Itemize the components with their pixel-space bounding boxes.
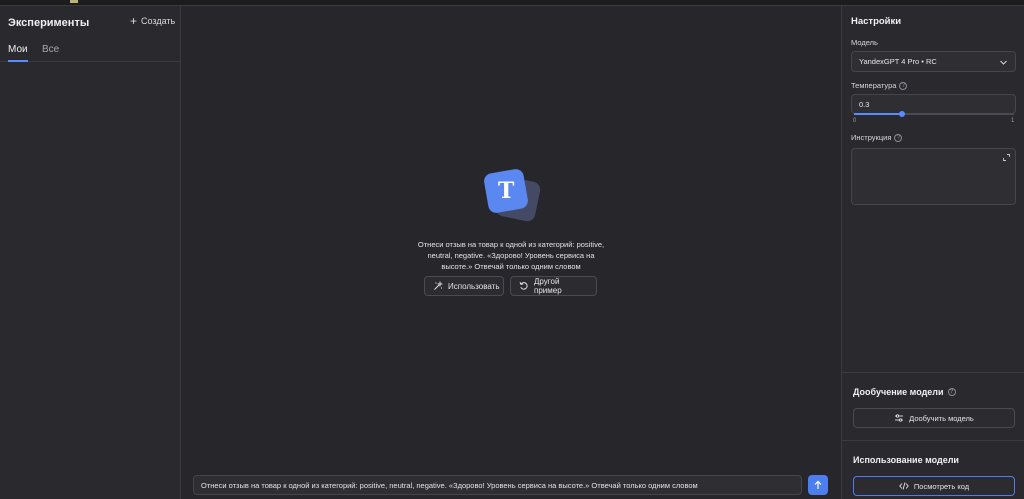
model-label-text: Модель (851, 38, 878, 47)
sliders-icon (895, 414, 904, 422)
experiments-tabs: Мои Все (0, 44, 180, 62)
model-label: Модель (851, 38, 878, 47)
model-select-value: YandexGPT 4 Pro • RC (859, 57, 937, 66)
finetune-button[interactable]: Дообучить модель (853, 408, 1015, 428)
experiments-panel: Эксперименты + Создать Мои Все (0, 6, 181, 499)
text-model-logo: T (482, 167, 544, 225)
another-example-label: Другой пример (534, 277, 562, 295)
finetune-title: Дообучение модели ? (853, 387, 956, 397)
usage-title: Использование модели (853, 455, 959, 465)
temperature-label-text: Температура (851, 81, 897, 90)
instruction-textarea[interactable] (851, 148, 1016, 205)
create-label: Создать (141, 16, 176, 26)
logo-front-card: T (482, 167, 530, 215)
arrow-up-icon (814, 480, 822, 489)
settings-title: Настройки (851, 16, 902, 27)
usage-divider (842, 440, 1024, 441)
playground-main: T Отнеси отзыв на товар к одной из катег… (181, 6, 841, 499)
instruction-help-icon[interactable]: ? (894, 133, 903, 142)
temperature-label: Температура ? (851, 81, 908, 90)
create-experiment-button[interactable]: + Создать (130, 14, 176, 28)
use-example-label: Использовать (448, 281, 500, 291)
settings-panel: Настройки Модель YandexGPT 4 Pro • RC Те… (841, 6, 1024, 499)
logo-letter: T (497, 178, 515, 204)
expand-icon[interactable] (1002, 153, 1011, 162)
view-code-button[interactable]: Посмотреть код (853, 476, 1015, 496)
instruction-label-text: Инструкция (851, 133, 892, 142)
finetune-help-icon[interactable]: ? (947, 388, 956, 396)
tab-all[interactable]: Все (42, 44, 59, 55)
tab-my[interactable]: Мои (8, 44, 28, 55)
temperature-help-icon[interactable]: ? (899, 81, 908, 90)
finetune-title-text: Дообучение модели (853, 387, 944, 397)
instruction-label: Инструкция ? (851, 133, 903, 142)
view-code-label: Посмотреть код (913, 481, 970, 491)
another-example-button[interactable]: Другой пример (510, 276, 597, 296)
temperature-input[interactable]: 0.3 (851, 94, 1016, 114)
top-indicator (70, 0, 78, 3)
temperature-slider-fill (854, 113, 902, 115)
temperature-slider-thumb[interactable] (899, 111, 905, 117)
refresh-icon (519, 281, 528, 290)
experiments-title: Эксперименты (8, 17, 90, 29)
prompt-input[interactable]: Отнеси отзыв на товар к одной из категор… (193, 475, 802, 495)
magic-wand-icon (434, 281, 443, 290)
model-select[interactable]: YandexGPT 4 Pro • RC (851, 51, 1016, 72)
plus-icon: + (130, 14, 138, 28)
active-tab-indicator (8, 60, 28, 62)
slider-max-label: 1 (1011, 118, 1015, 124)
finetune-divider (842, 372, 1024, 373)
chevron-down-icon (1000, 60, 1007, 65)
send-button[interactable] (808, 475, 828, 495)
example-prompt: Отнеси отзыв на товар к одной из категор… (417, 240, 605, 271)
slider-min-label: 0 (853, 118, 857, 124)
use-example-button[interactable]: Использовать (424, 276, 504, 296)
code-icon (899, 482, 909, 490)
temperature-slider[interactable] (854, 111, 1014, 117)
finetune-button-label: Дообучить модель (909, 413, 974, 423)
